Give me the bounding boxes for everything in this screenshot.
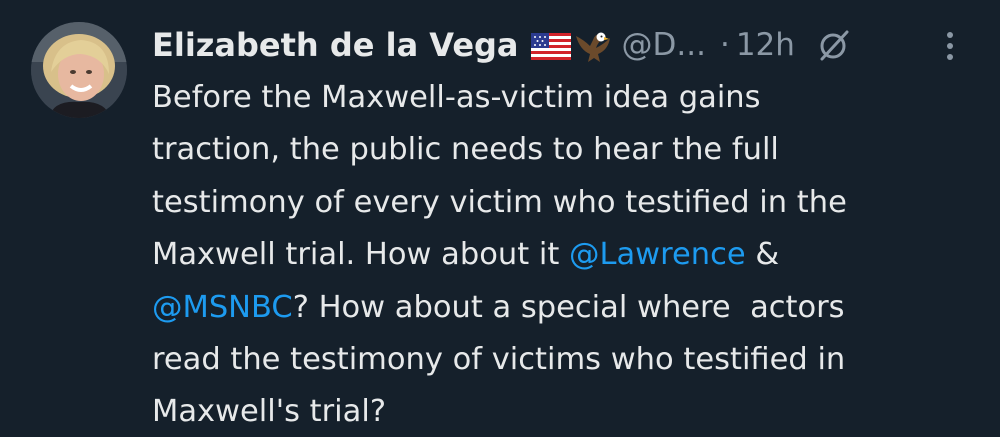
slashed-circle-icon[interactable]	[817, 28, 851, 62]
separator-dot: ·	[719, 27, 730, 63]
vertical-dots-icon[interactable]	[938, 29, 962, 63]
tweet-timestamp[interactable]: 12h	[736, 27, 795, 63]
mention-lawrence-link[interactable]: @Lawrence	[569, 237, 746, 272]
tweet-line-6: read the testimony of victims who testif…	[152, 341, 846, 377]
tweet-line-1: Before the Maxwell-as-victim idea gains	[152, 80, 761, 115]
tweet[interactable]: Elizabeth de la Vega @D... · 12h Before …	[0, 0, 1000, 437]
tweet-line-2: traction, the public needs to hear the f…	[152, 132, 779, 168]
tweet-line-4: Maxwell trial. How about it @Lawrence &	[152, 229, 982, 281]
tweet-line-7: Maxwell's trial?	[152, 394, 387, 430]
avatar-photo-icon	[31, 22, 127, 118]
mention-msnbc-link[interactable]: @MSNBC	[152, 290, 293, 325]
author-handle[interactable]: @D...	[622, 27, 706, 63]
author-name[interactable]: Elizabeth de la Vega	[152, 29, 519, 61]
tweet-line-3: testimony of every victim who testified …	[152, 184, 847, 220]
eagle-icon	[575, 32, 610, 62]
tweet-header: Elizabeth de la Vega @D... · 12h	[152, 18, 972, 72]
tweet-text-segment: ? How about a special where actors	[292, 289, 845, 325]
tweet-text-segment: &	[745, 237, 780, 273]
tweet-line-5: @MSNBC? How about a special where actors	[152, 282, 982, 334]
us-flag-icon	[530, 32, 571, 60]
tweet-text-segment: Maxwell trial. How about it	[152, 237, 569, 273]
tweet-body: Before the Maxwell-as-victim idea gains …	[152, 72, 982, 437]
author-avatar[interactable]	[31, 22, 127, 118]
